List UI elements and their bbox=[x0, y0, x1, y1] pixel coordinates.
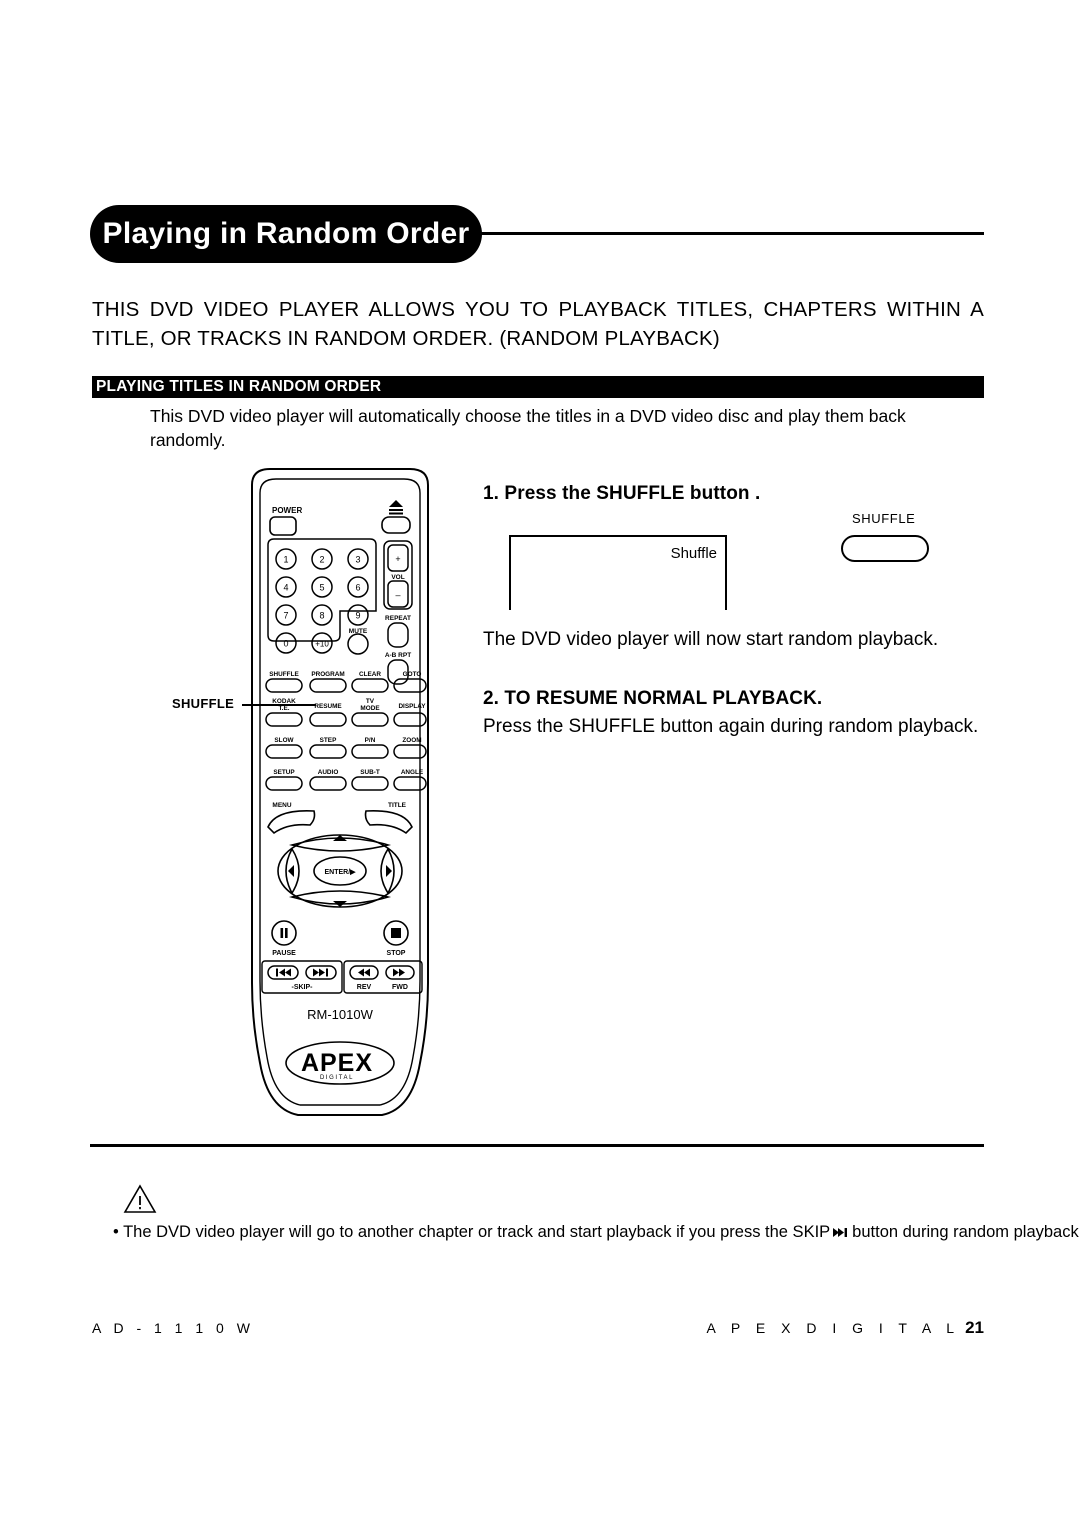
remote-pause-button bbox=[271, 920, 297, 946]
svg-text:3: 3 bbox=[355, 555, 360, 565]
svg-text:MODE: MODE bbox=[360, 705, 380, 712]
svg-text:5: 5 bbox=[319, 583, 324, 593]
warning-note-suffix: button during random playback. bbox=[852, 1223, 1080, 1241]
footer-brand-group: A P E X D I G I T A L 21 bbox=[706, 1318, 984, 1338]
remote-mute-button bbox=[347, 633, 369, 655]
warning-triangle-icon bbox=[123, 1183, 157, 1215]
osd-shuffle-text: Shuffle bbox=[670, 545, 717, 562]
svg-text:TV: TV bbox=[366, 698, 375, 705]
svg-text:SLOW: SLOW bbox=[274, 737, 294, 744]
remote-model-label: RM-1010W bbox=[307, 1007, 373, 1022]
section-header-bar: PLAYING TITLES IN RANDOM ORDER bbox=[92, 376, 984, 398]
svg-text:SHUFFLE: SHUFFLE bbox=[269, 671, 299, 678]
footer-model-number: A D - 1 1 1 0 W bbox=[92, 1320, 255, 1336]
step1-heading: 1. Press the SHUFFLE button . bbox=[483, 483, 761, 504]
remote-title-button bbox=[364, 810, 413, 835]
remote-shuffle-button bbox=[265, 678, 303, 693]
apex-logo: APEX DIGITAL bbox=[285, 1041, 395, 1085]
shuffle-key-button[interactable] bbox=[841, 535, 929, 562]
svg-text:1: 1 bbox=[283, 555, 288, 565]
svg-text:AUDIO: AUDIO bbox=[318, 769, 339, 776]
svg-text:ANGLE: ANGLE bbox=[401, 769, 424, 776]
svg-text:+10: +10 bbox=[315, 640, 329, 649]
step2-heading: 2. TO RESUME NORMAL PLAYBACK. bbox=[483, 688, 823, 709]
remote-vol-label: VOL bbox=[391, 574, 404, 581]
remote-ab-repeat-label: A-B RPT bbox=[385, 652, 411, 659]
svg-text:–: – bbox=[395, 590, 400, 600]
svg-text:+: + bbox=[395, 554, 400, 564]
skip-forward-icon bbox=[833, 1222, 849, 1244]
step1-result-text: The DVD video player will now start rand… bbox=[483, 629, 939, 650]
svg-text:DISPLAY: DISPLAY bbox=[398, 703, 426, 710]
section-header-label: PLAYING TITLES IN RANDOM ORDER bbox=[96, 378, 382, 395]
svg-text:SETUP: SETUP bbox=[273, 769, 295, 776]
svg-text:STEP: STEP bbox=[320, 737, 337, 744]
remote-number-keys: 1 2 3 4 5 6 7 8 9 0 +10 bbox=[275, 548, 369, 654]
remote-eject-icon bbox=[389, 500, 403, 515]
remote-skip-label: -SKIP- bbox=[292, 984, 314, 991]
page-title: Playing in Random Order bbox=[102, 217, 470, 250]
title-rule-divider bbox=[480, 232, 984, 235]
footer-brand-text: A P E X D I G I T A L bbox=[706, 1320, 961, 1336]
remote-control-illustration: POWER 1 2 3 4 5 6 7 8 9 0 +10 MUTE + VOL… bbox=[232, 463, 448, 1123]
remote-stop-label: STOP bbox=[387, 950, 406, 957]
section-description: This DVD video player will automatically… bbox=[150, 406, 906, 450]
notes-divider bbox=[90, 1144, 984, 1147]
step2-body-text: Press the SHUFFLE button again during ra… bbox=[483, 716, 979, 737]
remote-pause-label: PAUSE bbox=[272, 950, 296, 957]
remote-power-button bbox=[269, 516, 297, 536]
svg-text:P/N: P/N bbox=[365, 737, 376, 744]
svg-text:4: 4 bbox=[283, 583, 288, 593]
remote-eject-button bbox=[381, 516, 411, 534]
intro-paragraph: THIS DVD VIDEO PLAYER ALLOWS YOU TO PLAY… bbox=[92, 298, 984, 350]
page-title-banner: Playing in Random Order bbox=[90, 205, 482, 263]
osd-display-box: Shuffle bbox=[509, 535, 727, 610]
svg-text:0: 0 bbox=[283, 639, 288, 649]
svg-text:SUB-T: SUB-T bbox=[360, 769, 380, 776]
remote-power-label: POWER bbox=[272, 506, 302, 515]
remote-function-grid: SHUFFLE PROGRAM CLEAR GOTO KODAKT.E. RES… bbox=[265, 671, 427, 791]
remote-repeat-button bbox=[387, 622, 409, 648]
svg-text:7: 7 bbox=[283, 611, 288, 621]
footer-page-number: 21 bbox=[965, 1318, 984, 1337]
remote-title-label: TITLE bbox=[388, 802, 407, 809]
svg-text:ZOOM: ZOOM bbox=[402, 737, 421, 744]
remote-fwd-label: FWD bbox=[392, 984, 408, 991]
svg-text:PROGRAM: PROGRAM bbox=[311, 671, 344, 678]
svg-text:8: 8 bbox=[319, 611, 324, 621]
remote-menu-button bbox=[267, 810, 316, 835]
svg-text:2: 2 bbox=[319, 555, 324, 565]
warning-note-text: • The DVD video player will go to anothe… bbox=[113, 1221, 1080, 1244]
svg-text:9: 9 bbox=[355, 611, 360, 621]
warning-note-prefix: • The DVD video player will go to anothe… bbox=[113, 1223, 831, 1241]
svg-text:APEX: APEX bbox=[301, 1049, 373, 1077]
svg-text:6: 6 bbox=[355, 583, 360, 593]
remote-rev-label: REV bbox=[357, 984, 372, 991]
remote-repeat-label: REPEAT bbox=[385, 615, 411, 622]
shuffle-callout-leader-line bbox=[242, 704, 316, 706]
remote-menu-label: MENU bbox=[272, 802, 291, 809]
svg-text:GOTO: GOTO bbox=[403, 671, 422, 678]
svg-text:CLEAR: CLEAR bbox=[359, 671, 381, 678]
svg-text:DIGITAL: DIGITAL bbox=[320, 1075, 354, 1081]
svg-text:T.E.: T.E. bbox=[278, 705, 289, 712]
shuffle-key-label: SHUFFLE bbox=[852, 511, 916, 526]
shuffle-callout-label: SHUFFLE bbox=[172, 696, 235, 711]
remote-enter-label: ENTER/▶ bbox=[324, 869, 356, 876]
svg-text:RESUME: RESUME bbox=[314, 703, 342, 710]
